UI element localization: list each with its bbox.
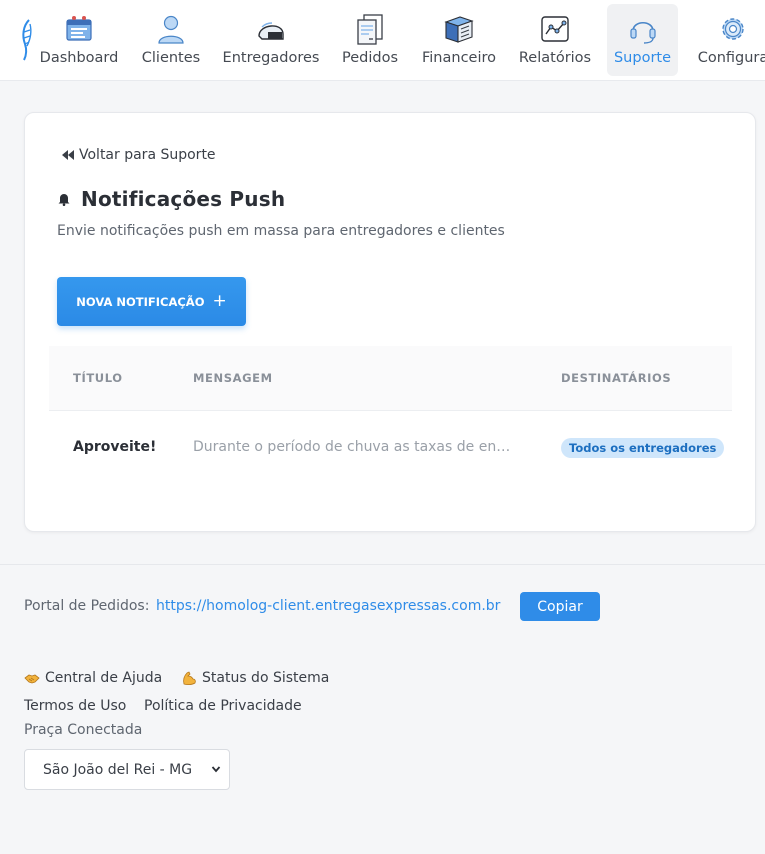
rewind-icon	[62, 150, 74, 160]
privacy-policy-link[interactable]: Política de Privacidade	[144, 698, 302, 714]
nav-label: Pedidos	[341, 50, 398, 66]
row-message: Durante o período de chuva as taxas de e…	[193, 439, 513, 455]
nav-item-relatorios[interactable]: Relatórios	[514, 4, 596, 76]
row-title: Aproveite!	[73, 439, 157, 455]
back-to-support-link[interactable]: Voltar para Suporte	[61, 147, 216, 163]
dashboard-icon	[66, 16, 92, 41]
praca-label: Praça Conectada	[24, 722, 143, 738]
nav-item-entregadores[interactable]: Entregadores	[220, 4, 322, 76]
system-status-label: Status do Sistema	[202, 670, 330, 686]
copy-button[interactable]: Copiar	[520, 592, 600, 621]
receipt-icon	[357, 14, 383, 45]
nav-label: Dashboard	[39, 50, 119, 66]
nav-label: Financeiro	[421, 50, 496, 66]
chevron-down-icon	[211, 766, 221, 773]
notifications-table: TÍTULO MENSAGEM DESTINATÁRIOS Aproveite!…	[49, 346, 732, 485]
footer-divider	[0, 564, 765, 565]
help-center-label: Central de Ajuda	[45, 670, 163, 686]
column-header-message[interactable]: MENSAGEM	[193, 371, 273, 385]
notifications-card: Voltar para Suporte Notificações Push En…	[24, 112, 756, 532]
nav-label: Suporte	[613, 50, 672, 66]
portal-label: Portal de Pedidos:	[24, 598, 150, 614]
new-notification-label: NOVA NOTIFICAÇÃO	[76, 294, 205, 309]
user-icon	[158, 15, 184, 44]
nav-label: Relatórios	[518, 50, 592, 66]
recipients-badge: Todos os entregadores	[561, 438, 725, 458]
page-subtitle: Envie notificações push em massa para en…	[57, 223, 505, 239]
nav-label: Clientes	[141, 50, 201, 66]
praca-select[interactable]: São João del Rei - MG	[24, 749, 230, 790]
table-row[interactable]: Aproveite! Durante o período de chuva as…	[49, 411, 732, 485]
praca-selected-value: São João del Rei - MG	[43, 761, 193, 778]
nav-item-clientes[interactable]: Clientes	[136, 4, 206, 76]
portal-url-link[interactable]: https://homolog-client.entregasexpressas…	[156, 598, 500, 614]
nav-item-suporte[interactable]: Suporte	[607, 4, 678, 76]
nav-item-dashboard[interactable]: Dashboard	[36, 4, 122, 76]
helmet-icon	[258, 22, 284, 40]
back-label: Voltar para Suporte	[79, 147, 216, 163]
flexed-biceps-icon	[183, 671, 196, 686]
top-navigation: Dashboard Clientes Entregadores Pedidos	[0, 0, 765, 81]
headset-icon	[629, 21, 656, 44]
nav-item-pedidos[interactable]: Pedidos	[336, 4, 404, 76]
bell-icon	[58, 194, 70, 206]
chart-icon	[541, 16, 569, 42]
plus-icon: +	[212, 291, 227, 311]
books-icon	[444, 16, 474, 43]
system-status-link[interactable]: Status do Sistema	[181, 670, 329, 686]
new-notification-button[interactable]: NOVA NOTIFICAÇÃO +	[57, 277, 246, 326]
nav-item-configuracoes[interactable]: Configura	[690, 4, 765, 76]
help-center-link[interactable]: Central de Ajuda	[24, 670, 162, 686]
page-title: Notificações Push	[81, 187, 286, 211]
column-header-title[interactable]: TÍTULO	[73, 371, 123, 385]
nav-item-financeiro[interactable]: Financeiro	[418, 4, 500, 76]
nav-label: Configura	[697, 50, 765, 66]
terms-of-use-link[interactable]: Termos de Uso	[24, 698, 126, 714]
table-header: TÍTULO MENSAGEM DESTINATÁRIOS	[49, 346, 732, 411]
gear-icon	[722, 18, 744, 40]
column-header-recipients[interactable]: DESTINATÁRIOS	[561, 371, 671, 385]
handshake-icon	[24, 674, 40, 684]
brand-logo-icon[interactable]	[20, 18, 34, 62]
nav-label: Entregadores	[222, 50, 320, 66]
page-title-row: Notificações Push	[57, 187, 285, 211]
